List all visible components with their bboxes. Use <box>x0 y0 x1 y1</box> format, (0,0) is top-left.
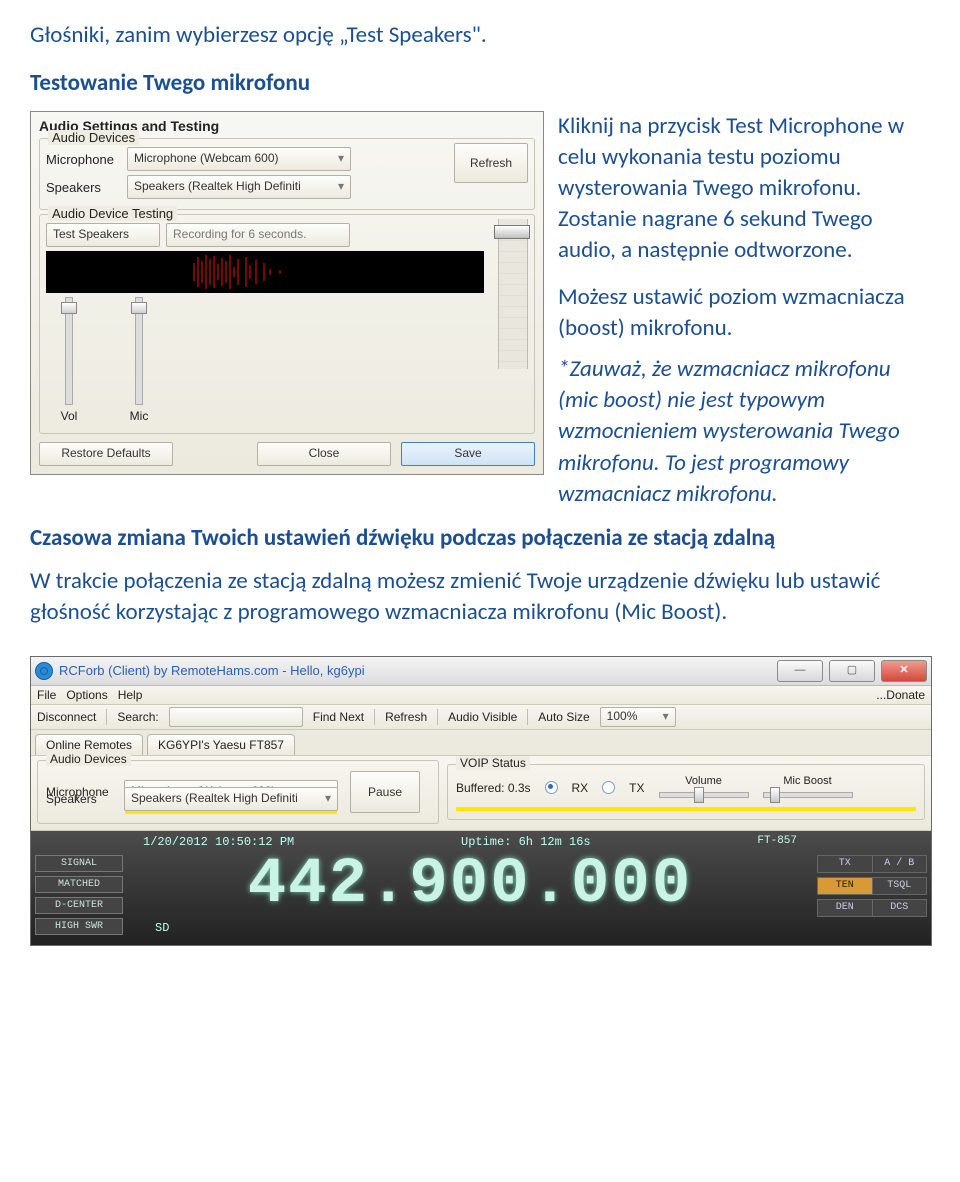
mic-label: Mic <box>130 409 149 423</box>
menu-help[interactable]: Help <box>118 688 143 702</box>
radio-btn-row-2[interactable]: TENTSQL <box>817 877 927 895</box>
buffered-label: Buffered: 0.3s <box>456 781 531 795</box>
zoom-value: 100% <box>607 709 638 723</box>
recording-status: Recording for 6 seconds. <box>166 223 350 247</box>
chevron-down-icon: ▾ <box>325 788 331 808</box>
audio-settings-panel: Audio Settings and Testing Audio Devices… <box>30 111 544 475</box>
audio-devices-group: Audio Devices Microphone Microphone (Web… <box>39 138 535 210</box>
waveform-display <box>46 251 484 293</box>
speakers-select[interactable]: Speakers (Realtek High Definiti ▾ <box>127 175 351 199</box>
donate-link[interactable]: ...Donate <box>876 688 925 702</box>
radio-face: SIGNAL MATCHED D-CENTER HIGH SWR 1/20/20… <box>31 831 931 945</box>
rcforb-app-window: RCForb (Client) by RemoteHams.com - Hell… <box>30 656 932 946</box>
audio-devices-legend: Audio Devices <box>48 130 139 145</box>
signal-indicator: SIGNAL <box>35 855 123 872</box>
close-window-button[interactable]: ✕ <box>881 660 927 682</box>
audio-visible-button[interactable]: Audio Visible <box>448 710 517 724</box>
radio-btn-row-3[interactable]: DENDCS <box>817 899 927 917</box>
volume-label: Vol <box>61 409 78 423</box>
chevron-down-icon: ▾ <box>338 148 344 168</box>
audio-testing-legend: Audio Device Testing <box>48 206 177 221</box>
volume-label-2: Volume <box>659 775 749 787</box>
test-speakers-button[interactable]: Test Speakers <box>46 223 160 247</box>
window-title: RCForb (Client) by RemoteHams.com - Hell… <box>59 663 771 678</box>
search-input[interactable] <box>169 707 303 727</box>
zoom-select[interactable]: 100% ▾ <box>600 707 676 727</box>
menu-bar: File Options Help ...Donate <box>31 686 931 705</box>
microphone-select[interactable]: Microphone (Webcam 600) ▾ <box>127 147 351 171</box>
speakers-value: Speakers (Realtek High Definiti <box>134 179 301 193</box>
waveform-icon <box>190 253 340 291</box>
restore-defaults-button[interactable]: Restore Defaults <box>39 442 173 466</box>
audio-testing-group: Audio Device Testing Test Speakers Recor… <box>39 214 535 434</box>
tx-label: TX <box>629 781 644 795</box>
toolbar-refresh-button[interactable]: Refresh <box>385 710 427 724</box>
chevron-down-icon: ▾ <box>663 708 669 724</box>
mic-boost-slider[interactable] <box>498 219 528 369</box>
mic-slider[interactable] <box>135 297 143 405</box>
sd-indicator: SD <box>129 921 811 935</box>
radio-datetime: 1/20/2012 10:50:12 PM <box>143 835 294 849</box>
highswr-indicator: HIGH SWR <box>35 918 123 935</box>
maximize-button[interactable]: ▢ <box>829 660 875 682</box>
yellow-highlight <box>456 807 916 811</box>
minimize-button[interactable]: — <box>777 660 823 682</box>
voip-legend: VOIP Status <box>456 756 530 770</box>
radio-uptime: Uptime: 6h 12m 16s <box>461 835 591 849</box>
tx-radio[interactable] <box>602 781 615 794</box>
save-button[interactable]: Save <box>401 442 535 466</box>
speakers-label-2: Speakers <box>46 792 118 806</box>
microphone-value: Microphone (Webcam 600) <box>134 151 279 165</box>
radio-btn-row-1[interactable]: TXA / B <box>817 855 927 873</box>
rx-label: RX <box>572 781 589 795</box>
volume-slider[interactable] <box>65 297 73 405</box>
close-button[interactable]: Close <box>257 442 391 466</box>
find-next-button[interactable]: Find Next <box>313 710 364 724</box>
doc-line-1: Głośniki, zanim wybierzesz opcję „Test S… <box>30 20 930 51</box>
disconnect-button[interactable]: Disconnect <box>37 710 96 724</box>
chevron-down-icon: ▾ <box>338 176 344 196</box>
search-label: Search: <box>117 710 158 724</box>
titlebar: RCForb (Client) by RemoteHams.com - Hell… <box>31 657 931 686</box>
dcenter-indicator: D-CENTER <box>35 897 123 914</box>
menu-options[interactable]: Options <box>66 688 107 702</box>
matched-indicator: MATCHED <box>35 876 123 893</box>
toolbar: Disconnect Search: Find Next Refresh Aud… <box>31 705 931 730</box>
rx-radio[interactable] <box>545 781 558 794</box>
volume-hslider[interactable] <box>659 792 749 798</box>
app-icon <box>35 662 53 680</box>
doc-heading-2: Czasowa zmiana Twoich ustawień dźwięku p… <box>30 524 930 552</box>
menu-file[interactable]: File <box>37 688 56 702</box>
audio-devices-legend-2: Audio Devices <box>46 752 131 766</box>
mic-boost-label: Mic Boost <box>763 775 853 787</box>
tab-station[interactable]: KG6YPI's Yaesu FT857 <box>147 734 295 755</box>
doc-para-2: W trakcie połączenia ze stacją zdalną mo… <box>30 566 930 628</box>
audio-devices-group-2: Audio Devices Microphone Microphone (Web… <box>37 760 439 824</box>
audio-area: Audio Devices Microphone Microphone (Web… <box>31 756 931 831</box>
speakers-select-2[interactable]: Speakers (Realtek High Definiti ▾ <box>124 787 338 811</box>
microphone-label: Microphone <box>46 152 121 167</box>
doc-heading-1: Testowanie Twego mikrofonu <box>30 69 930 97</box>
pause-button[interactable]: Pause <box>350 771 420 813</box>
mic-boost-hslider[interactable] <box>763 792 853 798</box>
voip-status-group: VOIP Status Buffered: 0.3s RX TX Volume … <box>447 764 925 820</box>
tab-bar: Online Remotes KG6YPI's Yaesu FT857 <box>31 730 931 756</box>
auto-size-button[interactable]: Auto Size <box>538 710 589 724</box>
refresh-button[interactable]: Refresh <box>454 143 528 183</box>
radio-frequency: 442.900.000 <box>129 849 811 921</box>
speakers-label: Speakers <box>46 180 121 195</box>
radio-model: FT-857 <box>757 835 797 849</box>
